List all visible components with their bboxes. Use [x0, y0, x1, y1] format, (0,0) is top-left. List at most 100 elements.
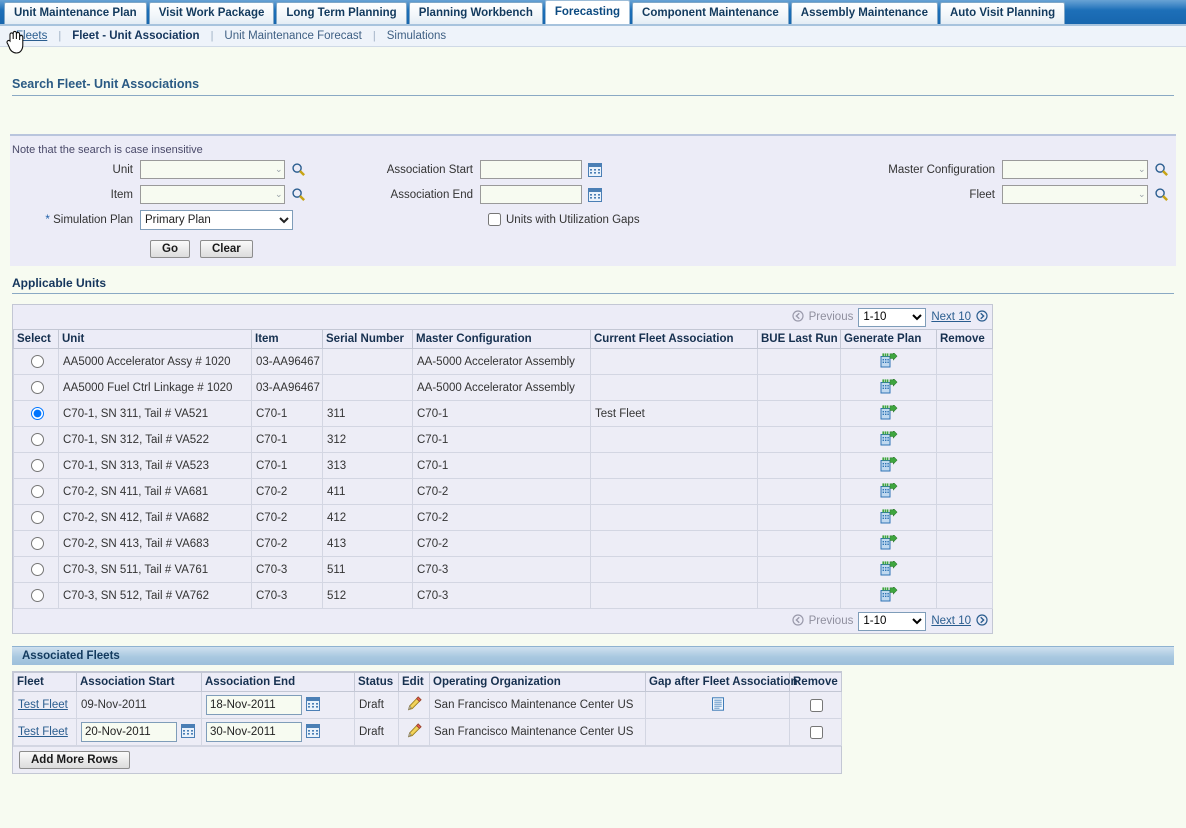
unit-select-cell[interactable] — [13, 348, 59, 375]
association-start-input[interactable] — [480, 160, 582, 179]
table-row[interactable]: Test Fleet Draft San Francisco Maintenance… — [13, 718, 842, 746]
next-icon-bottom[interactable] — [976, 613, 988, 629]
generate-plan-icon[interactable] — [880, 429, 898, 449]
fleet-link[interactable]: Test Fleet — [18, 726, 68, 738]
association-end-input[interactable] — [480, 185, 582, 204]
next-link-top[interactable]: Next 10 — [931, 311, 971, 323]
generate-plan-icon[interactable] — [880, 533, 898, 553]
go-button[interactable]: Go — [150, 240, 190, 258]
table-row[interactable]: Test Fleet 09-Nov-2011 Draft San Francisco … — [13, 691, 842, 719]
units-with-utilization-gaps-checkbox[interactable] — [488, 213, 501, 226]
tab-assembly-maintenance[interactable]: Assembly Maintenance — [790, 2, 938, 24]
association-end-row-input[interactable] — [206, 722, 302, 742]
unit-select-cell[interactable] — [13, 582, 59, 609]
association-end-calendar-icon[interactable] — [588, 187, 602, 202]
generate-plan-icon[interactable] — [880, 455, 898, 475]
fleet-cell[interactable]: Test Fleet — [13, 718, 77, 746]
tab-component-maintenance[interactable]: Component Maintenance — [632, 2, 789, 24]
unit-select-cell[interactable] — [13, 530, 59, 557]
next-link-bottom[interactable]: Next 10 — [931, 615, 971, 627]
generate-plan-cell[interactable] — [840, 504, 937, 531]
simulation-plan-select[interactable]: Primary Plan — [140, 209, 293, 230]
subnav-item-fleets[interactable]: Fleets — [10, 30, 53, 42]
unit-select-cell[interactable] — [13, 478, 59, 505]
item-search-lov-button[interactable] — [291, 187, 306, 202]
table-row[interactable]: C70-3, SN 512, Tail # VA762 C70-3 512 C70-3 — [13, 582, 993, 609]
master-configuration-input[interactable] — [1002, 160, 1148, 179]
generate-plan-cell[interactable] — [840, 426, 937, 453]
master-configuration-search-lov-button[interactable] — [1154, 162, 1169, 177]
tab-unit-maintenance-plan[interactable]: Unit Maintenance Plan — [4, 2, 147, 24]
fleet-input[interactable] — [1002, 185, 1148, 204]
unit-select-radio[interactable] — [30, 407, 44, 420]
table-row[interactable]: C70-1, SN 312, Tail # VA522 C70-1 312 C70-1 — [13, 426, 993, 453]
units-range-select-bottom[interactable]: 1-10 — [858, 611, 927, 631]
table-row[interactable]: AA5000 Accelerator Assy # 1020 03-AA96467… — [13, 348, 993, 375]
unit-select-radio[interactable] — [30, 459, 44, 472]
association-end-cell[interactable] — [201, 718, 355, 746]
unit-select-radio[interactable] — [30, 381, 44, 394]
tab-long-term-planning[interactable]: Long Term Planning — [276, 2, 407, 24]
generate-plan-icon[interactable] — [880, 377, 898, 397]
remove-cell[interactable] — [789, 691, 842, 719]
association-start-calendar-icon[interactable] — [588, 162, 602, 177]
tab-auto-visit-planning[interactable]: Auto Visit Planning — [939, 2, 1066, 24]
gap-after-fleet-association-cell[interactable] — [645, 691, 790, 719]
generate-plan-icon[interactable] — [880, 585, 898, 605]
unit-select-radio[interactable] — [30, 589, 44, 602]
unit-select-radio[interactable] — [30, 355, 44, 368]
generate-plan-icon[interactable] — [880, 507, 898, 527]
generate-plan-cell[interactable] — [840, 478, 937, 505]
pencil-icon[interactable] — [407, 696, 422, 714]
generate-plan-cell[interactable] — [840, 374, 937, 401]
unit-select-radio[interactable] — [30, 433, 44, 446]
table-row[interactable]: C70-2, SN 412, Tail # VA682 C70-2 412 C70-2 — [13, 504, 993, 531]
tab-planning-workbench[interactable]: Planning Workbench — [408, 2, 543, 24]
association-end-row-input[interactable] — [206, 695, 302, 715]
generate-plan-icon[interactable] — [880, 351, 898, 371]
generate-plan-cell[interactable] — [840, 348, 937, 375]
edit-cell[interactable] — [398, 691, 430, 719]
association-end-row-calendar-icon[interactable] — [306, 723, 320, 741]
association-end-cell[interactable] — [201, 691, 355, 719]
table-row[interactable]: C70-3, SN 511, Tail # VA761 C70-3 511 C70-3 — [13, 556, 993, 583]
tab-forecasting[interactable]: Forecasting — [544, 0, 631, 24]
generate-plan-icon[interactable] — [880, 481, 898, 501]
add-more-rows-button[interactable]: Add More Rows — [19, 751, 130, 769]
generate-plan-cell[interactable] — [840, 400, 937, 427]
unit-input[interactable] — [140, 160, 285, 179]
remove-checkbox[interactable] — [809, 725, 823, 739]
units-range-select-top[interactable]: 1-10 — [858, 307, 927, 327]
gap-report-icon[interactable] — [711, 696, 725, 714]
remove-checkbox[interactable] — [809, 698, 823, 712]
table-row[interactable]: C70-1, SN 311, Tail # VA521 C70-1 311 C70-1… — [13, 400, 993, 427]
unit-select-radio[interactable] — [30, 537, 44, 550]
units-with-utilization-gaps-label[interactable]: Units with Utilization Gaps — [506, 214, 640, 226]
generate-plan-icon[interactable] — [880, 403, 898, 423]
fleet-search-lov-button[interactable] — [1154, 187, 1169, 202]
generate-plan-icon[interactable] — [880, 559, 898, 579]
next-icon-top[interactable] — [976, 309, 988, 325]
table-row[interactable]: C70-1, SN 313, Tail # VA523 C70-1 313 C70-1 — [13, 452, 993, 479]
association-end-row-calendar-icon[interactable] — [306, 696, 320, 714]
clear-button[interactable]: Clear — [199, 240, 253, 258]
generate-plan-cell[interactable] — [840, 556, 937, 583]
fleet-link[interactable]: Test Fleet — [18, 699, 68, 711]
edit-cell[interactable] — [398, 718, 430, 746]
item-input[interactable] — [140, 185, 285, 204]
subnav-item-simulations[interactable]: Simulations — [381, 30, 452, 42]
unit-select-radio[interactable] — [30, 511, 44, 524]
generate-plan-cell[interactable] — [840, 582, 937, 609]
subnav-item-unit-maintenance-forecast[interactable]: Unit Maintenance Forecast — [218, 30, 367, 42]
association-start-row-input[interactable] — [81, 722, 177, 742]
unit-select-cell[interactable] — [13, 400, 59, 427]
unit-select-cell[interactable] — [13, 556, 59, 583]
remove-cell[interactable] — [789, 718, 842, 746]
unit-select-cell[interactable] — [13, 504, 59, 531]
table-row[interactable]: AA5000 Fuel Ctrl Linkage # 1020 03-AA9646… — [13, 374, 993, 401]
unit-select-radio[interactable] — [30, 485, 44, 498]
unit-select-cell[interactable] — [13, 426, 59, 453]
table-row[interactable]: C70-2, SN 413, Tail # VA683 C70-2 413 C70-2 — [13, 530, 993, 557]
unit-select-cell[interactable] — [13, 452, 59, 479]
table-row[interactable]: C70-2, SN 411, Tail # VA681 C70-2 411 C70-2 — [13, 478, 993, 505]
